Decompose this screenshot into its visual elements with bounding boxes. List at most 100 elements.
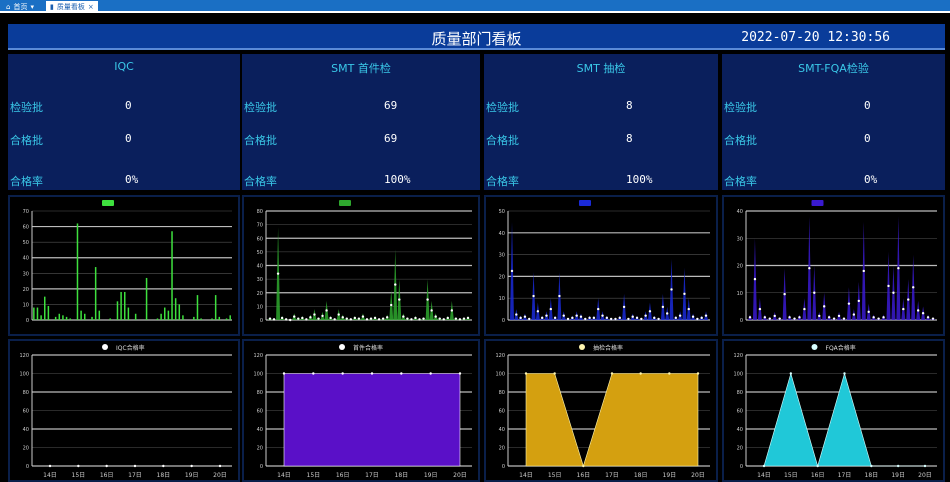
stat-value: 0% bbox=[864, 173, 878, 186]
data-point bbox=[837, 314, 841, 318]
data-point bbox=[426, 298, 429, 301]
x-tick-label: 15日 bbox=[548, 472, 562, 479]
data-point bbox=[639, 372, 642, 375]
x-tick-label: 14日 bbox=[519, 472, 533, 479]
close-icon[interactable]: × bbox=[88, 3, 94, 11]
y-tick-label: 0 bbox=[260, 464, 263, 470]
stat-row: 合格率 0% bbox=[724, 173, 945, 189]
data-point bbox=[532, 294, 535, 298]
data-point bbox=[462, 317, 466, 320]
data-point bbox=[584, 317, 587, 321]
data-point bbox=[773, 314, 776, 318]
data-point bbox=[353, 316, 357, 320]
data-point bbox=[341, 316, 344, 319]
x-tick-label: 19日 bbox=[663, 472, 677, 479]
stat-title: SMT 抽检 bbox=[576, 62, 626, 75]
data-point bbox=[373, 316, 377, 320]
stat-title: SMT 首件检 bbox=[331, 62, 391, 75]
bar bbox=[200, 318, 202, 320]
data-point bbox=[272, 318, 276, 321]
data-point bbox=[562, 314, 565, 317]
stat-label: 合格率 bbox=[10, 175, 43, 188]
data-point bbox=[450, 309, 454, 312]
data-point bbox=[549, 307, 552, 311]
data-point bbox=[390, 303, 393, 307]
tab-quality-board[interactable]: ▮ 质量看板 × bbox=[46, 1, 98, 12]
data-point bbox=[369, 317, 373, 320]
x-tick-label: 15日 bbox=[784, 472, 798, 479]
x-tick-label: 17日 bbox=[605, 472, 619, 479]
data-point bbox=[289, 318, 292, 322]
data-point bbox=[670, 288, 673, 291]
y-tick-label: 80 bbox=[257, 209, 263, 215]
stat-label: 合格批 bbox=[244, 134, 277, 147]
data-point bbox=[768, 317, 771, 320]
bar bbox=[33, 307, 35, 320]
data-point bbox=[341, 372, 344, 375]
data-point bbox=[789, 372, 793, 375]
bar bbox=[124, 291, 126, 320]
chart-panel: IQC合格率 0 20 40 60 80 100 120 14日 15日 16日 17日 18日 19日 2… bbox=[8, 339, 240, 482]
data-point bbox=[748, 316, 752, 319]
stat-label: 合格批 bbox=[10, 134, 43, 147]
data-point bbox=[313, 313, 316, 316]
y-tick-label: 40 bbox=[23, 256, 29, 262]
x-tick-label: 17日 bbox=[838, 472, 852, 479]
data-point bbox=[414, 316, 417, 320]
stat-row: 检验批 0 bbox=[10, 99, 240, 115]
data-point bbox=[816, 464, 819, 468]
tab-home[interactable]: ⌂ 首页 ▾ bbox=[2, 1, 38, 12]
data-point bbox=[644, 314, 647, 317]
x-tick-label: 18日 bbox=[395, 472, 409, 479]
data-point bbox=[377, 318, 381, 321]
data-point bbox=[446, 316, 449, 320]
stat-row: 合格批 0 bbox=[724, 132, 945, 148]
legend-label: 首件合格率 bbox=[353, 344, 383, 352]
stat-panel: SMT 首件检 检验批 69 合格批 69 合格率 100% bbox=[242, 54, 480, 190]
y-tick-label: 10 bbox=[23, 302, 29, 308]
y-tick-label: 70 bbox=[23, 209, 29, 215]
chart-panel: 0 10 20 30 40 50 bbox=[484, 195, 718, 336]
x-tick-label: 20日 bbox=[213, 472, 227, 479]
stat-label: 检验批 bbox=[10, 101, 43, 114]
data-point bbox=[571, 316, 574, 320]
data-point bbox=[653, 316, 656, 320]
stat-value: 69 bbox=[384, 99, 398, 112]
y-tick-label: 40 bbox=[23, 427, 29, 433]
chart-panel: 首件合格率 0 20 40 60 80 100 120 14日 15日 16日 17日 18日 19日 20… bbox=[242, 339, 480, 482]
data-point bbox=[400, 372, 403, 375]
bar bbox=[54, 316, 57, 320]
y-tick-label: 40 bbox=[737, 209, 743, 215]
bar bbox=[156, 318, 159, 320]
x-tick-label: 14日 bbox=[43, 472, 57, 479]
data-point bbox=[553, 372, 556, 375]
data-point bbox=[337, 313, 340, 316]
data-point bbox=[575, 314, 578, 317]
data-point bbox=[280, 316, 284, 320]
data-point bbox=[305, 318, 308, 321]
data-point bbox=[268, 317, 272, 320]
y-tick-label: 60 bbox=[737, 409, 743, 415]
x-tick-label: 17日 bbox=[365, 472, 379, 479]
stat-row: 合格批 8 bbox=[486, 132, 718, 148]
data-point bbox=[622, 305, 626, 309]
chart: 0 10 20 30 40 50 60 70 bbox=[23, 200, 232, 324]
y-tick-label: 20 bbox=[737, 264, 743, 270]
y-tick-label: 50 bbox=[499, 209, 505, 215]
legend-label: FQA合格率 bbox=[826, 344, 856, 352]
data-point bbox=[892, 291, 895, 294]
data-point bbox=[700, 316, 703, 320]
legend-label: IQC合格率 bbox=[116, 344, 145, 352]
data-point bbox=[597, 307, 600, 311]
y-tick-label: 30 bbox=[737, 236, 743, 242]
data-point bbox=[683, 292, 686, 296]
data-point bbox=[668, 372, 671, 375]
chart-panel: 0 10 20 30 40 50 60 70 80 bbox=[242, 195, 480, 336]
area-series bbox=[283, 373, 461, 467]
y-tick-label: 100 bbox=[495, 372, 505, 378]
bar bbox=[218, 316, 221, 320]
y-tick-label: 100 bbox=[733, 372, 743, 378]
legend-swatch bbox=[811, 200, 824, 206]
data-point bbox=[674, 316, 678, 320]
data-point bbox=[842, 317, 846, 320]
